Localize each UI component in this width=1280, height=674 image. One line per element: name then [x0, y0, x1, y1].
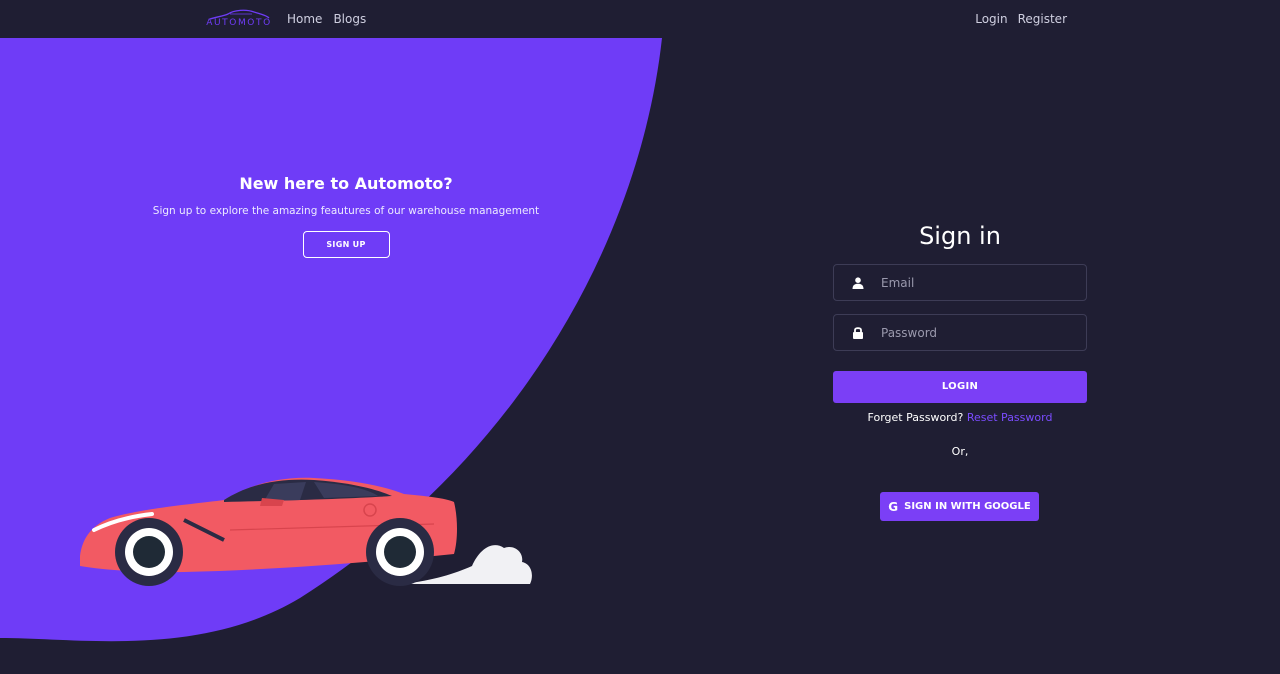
sign-in-with-google-button[interactable]: G SIGN IN WITH GOOGLE: [880, 492, 1039, 521]
logo-text: AUTOMOTO: [206, 18, 272, 28]
forgot-password-text: Forget Password?: [867, 411, 964, 424]
rear-wheel: [366, 518, 434, 586]
logo[interactable]: AUTOMOTO: [206, 8, 272, 30]
user-icon: [834, 276, 881, 289]
hero-panel: New here to Automoto? Sign up to explore…: [140, 174, 552, 258]
navbar: AUTOMOTO Home Blogs Login Register: [0, 0, 1280, 38]
google-button-label: SIGN IN WITH GOOGLE: [904, 501, 1031, 512]
nav-link-login[interactable]: Login: [975, 11, 1007, 27]
sign-up-button[interactable]: SIGN UP: [302, 231, 390, 258]
google-icon: G: [888, 499, 899, 514]
reset-password-link[interactable]: Reset Password: [967, 411, 1053, 424]
sports-car-illustration: [80, 477, 532, 586]
email-field: [833, 264, 1087, 301]
or-divider-text: Or,: [951, 445, 969, 458]
nav-link-blogs[interactable]: Blogs: [333, 11, 366, 27]
sign-in-title: Sign in: [919, 222, 1001, 250]
nav-link-register[interactable]: Register: [1018, 11, 1067, 27]
front-wheel: [115, 518, 183, 586]
nav-left: Home Blogs: [287, 11, 366, 27]
nav-link-home[interactable]: Home: [287, 11, 322, 27]
password-field: [833, 314, 1087, 351]
nav-right: Login Register: [975, 11, 1067, 27]
login-button[interactable]: LOGIN: [833, 371, 1087, 403]
hero-title: New here to Automoto?: [239, 174, 453, 193]
lock-icon: [834, 326, 881, 339]
hero-subtitle: Sign up to explore the amazing feautures…: [152, 205, 540, 217]
email-input[interactable]: [881, 265, 1086, 300]
forgot-password-row: Forget Password? Reset Password: [833, 411, 1087, 425]
password-input[interactable]: [881, 315, 1086, 350]
page: AUTOMOTO Home Blogs Login Register New h…: [0, 0, 1280, 674]
